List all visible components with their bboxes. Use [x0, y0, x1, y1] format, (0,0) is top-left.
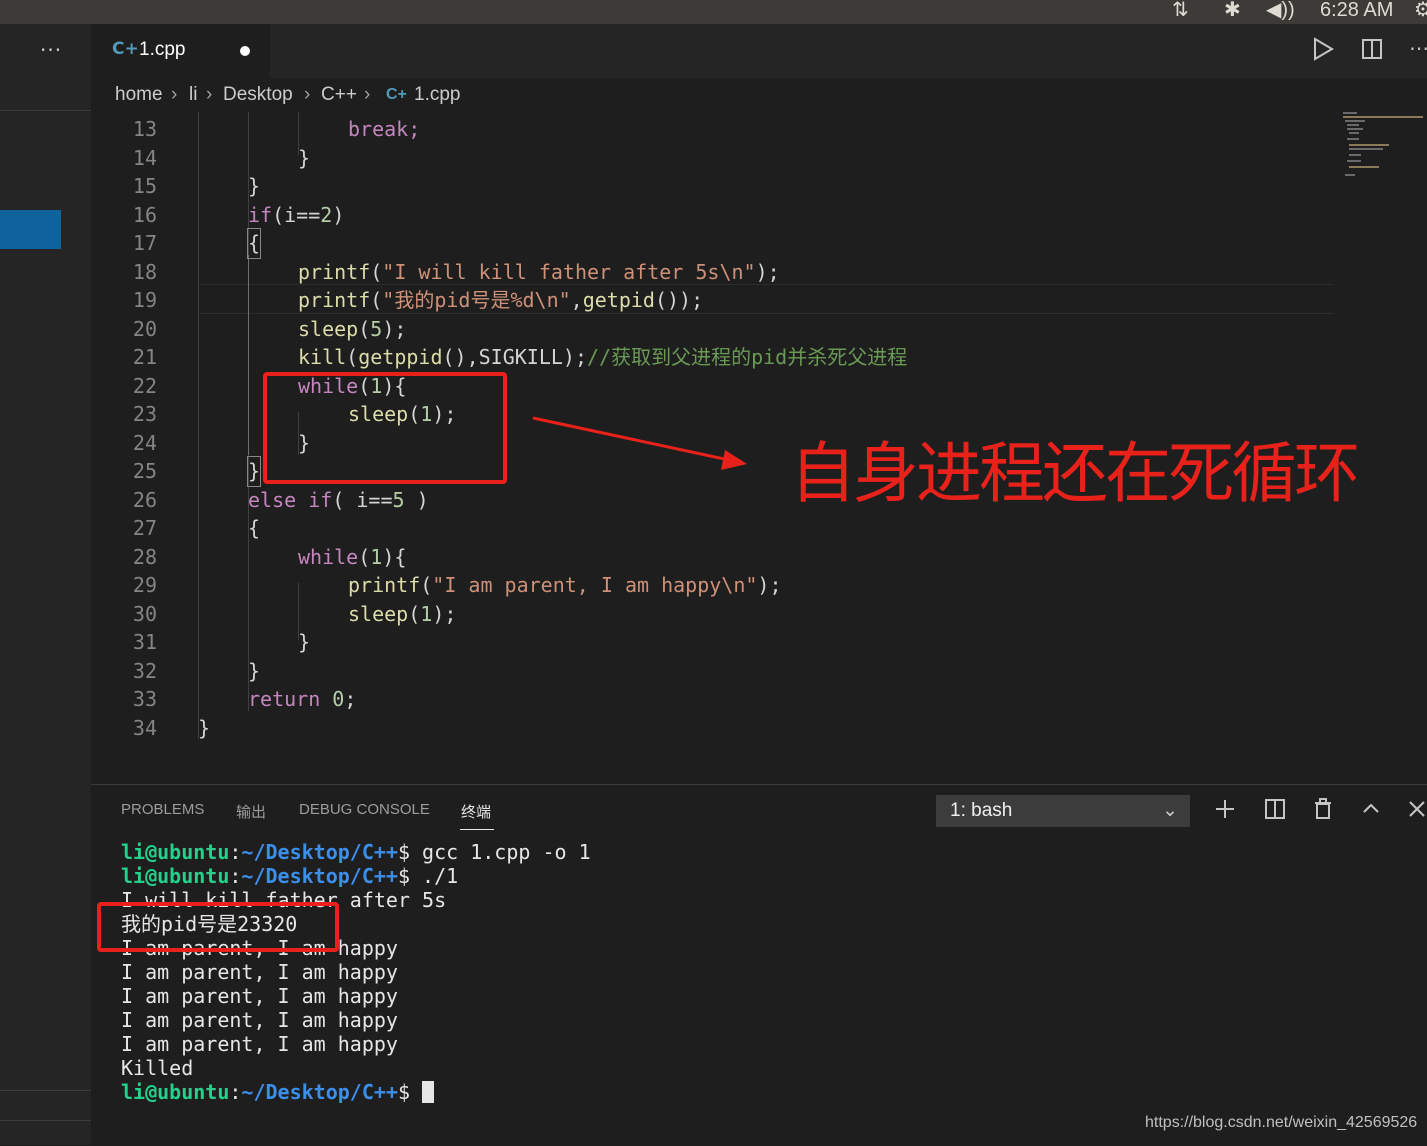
terminal-prompt[interactable]: li@ubuntu:~/Desktop/C++$	[121, 1080, 435, 1104]
code-line: 27{	[91, 514, 1341, 543]
annotation-text: 自身进程还在死循环	[790, 435, 1360, 512]
bracket-match: }	[246, 456, 262, 487]
highlight-box	[97, 902, 339, 952]
tab-problems[interactable]: PROBLEMS	[121, 801, 204, 818]
code-text: }	[298, 630, 311, 654]
tab-output[interactable]: 输出	[236, 801, 266, 822]
sidebar-selected-item[interactable]	[0, 210, 61, 249]
split-terminal-icon[interactable]	[1263, 797, 1287, 825]
code-line: 21 kill(getppid(),SIGKILL);//获取到父进程的pid并杀…	[132, 345, 908, 369]
minimap[interactable]	[1341, 112, 1427, 182]
terminal-cursor	[422, 1081, 435, 1103]
terminal-line: I am parent, I am happy	[121, 960, 398, 984]
bluetooth-icon[interactable]: ✱	[1224, 0, 1241, 20]
chevron-right-icon: ›	[171, 84, 178, 105]
terminal-line: li@ubuntu:~/Desktop/C++$ gcc 1.cpp -o 1	[121, 840, 591, 864]
code-line: 33 return 0;	[132, 687, 357, 711]
code-line: 20 sleep(5);	[132, 316, 407, 341]
more-actions-icon[interactable]: ···	[40, 38, 62, 62]
code-line: 29 printf("I am parent, I am happy\n");	[132, 573, 782, 597]
tab-label: 1.cpp	[139, 39, 186, 60]
split-editor-icon[interactable]	[1360, 36, 1384, 66]
code-line: 30 sleep(1);	[132, 601, 457, 626]
bracket-match: {	[246, 228, 262, 259]
terminal-line: Killed	[121, 1056, 194, 1080]
terminal-select[interactable]: 1: bash ⌄	[936, 795, 1190, 827]
cpp-file-icon: C+	[112, 39, 139, 59]
tab-1-cpp[interactable]: C+ 1.cpp	[91, 24, 270, 78]
new-terminal-icon[interactable]	[1213, 797, 1237, 825]
breadcrumb-item-file[interactable]: 1.cpp	[414, 84, 460, 106]
code-line: 15}	[91, 172, 1341, 201]
code-line: 17{	[91, 228, 1341, 259]
code-line: 14}	[91, 144, 1341, 173]
code-line: 13 break;	[132, 117, 421, 141]
code-line: 19 printf("我的pid号是%d\n",getpid());	[132, 288, 704, 312]
code-text: }	[248, 658, 261, 683]
terminal-line: I am parent, I am happy	[121, 1032, 398, 1056]
sidebar-divider	[0, 1090, 91, 1091]
terminal-select-value: 1: bash	[950, 800, 1013, 821]
volume-icon[interactable]: ◀))	[1266, 0, 1295, 20]
sidebar-divider	[0, 1120, 91, 1121]
breadcrumb-item-li[interactable]: li	[189, 84, 197, 106]
code-line: 16 if(i==2)	[132, 202, 345, 227]
code-line: 34}	[91, 714, 1341, 743]
arrow-icon	[532, 416, 747, 470]
code-text: }	[198, 715, 211, 740]
chevron-right-icon: ›	[364, 84, 371, 105]
unsaved-dot-icon[interactable]	[240, 46, 250, 56]
code-text: {	[248, 516, 261, 540]
breadcrumb-item-cpp-folder[interactable]: C++	[321, 84, 357, 106]
highlight-box	[263, 372, 507, 484]
sidebar-divider	[0, 110, 91, 111]
sidebar: ···	[0, 24, 91, 1145]
chevron-right-icon: ›	[304, 84, 311, 105]
breadcrumb-item-home[interactable]: home	[115, 84, 163, 106]
breadcrumb: home › li › Desktop › C++ › C+ 1.cpp	[91, 78, 1427, 112]
network-icon[interactable]: ⇅	[1172, 0, 1189, 20]
code-text: break;	[348, 117, 421, 141]
editor-tab-bar: C+ 1.cpp ⋯	[91, 24, 1427, 78]
tab-debug-console[interactable]: DEBUG CONSOLE	[299, 801, 430, 818]
code-line: 28 while(1){	[132, 544, 407, 569]
watermark: https://blog.csdn.net/weixin_42569526	[1145, 1114, 1418, 1131]
code-line: 32}	[91, 657, 1341, 686]
close-icon[interactable]	[1405, 797, 1427, 825]
code-line: 31}	[91, 628, 1341, 657]
bottom-panel: PROBLEMS 输出 DEBUG CONSOLE 终端 1: bash ⌄ l…	[91, 784, 1427, 1146]
code-text: }	[298, 145, 311, 170]
active-tab-indicator	[460, 829, 494, 830]
terminal-line: I am parent, I am happy	[121, 984, 398, 1008]
code-line: 18 printf("I will kill father after 5s\n"…	[132, 259, 780, 284]
chevron-down-icon: ⌄	[1162, 800, 1178, 821]
settings-icon[interactable]: ⚙	[1414, 0, 1427, 20]
code-text: }	[248, 174, 261, 198]
run-icon[interactable]	[1311, 36, 1335, 66]
terminal-line: li@ubuntu:~/Desktop/C++$ ./1	[121, 864, 459, 888]
cpp-file-icon: C+	[386, 86, 407, 103]
trash-icon[interactable]	[1311, 797, 1335, 825]
chevron-right-icon: ›	[206, 84, 213, 105]
more-actions-icon[interactable]: ⋯	[1409, 36, 1427, 60]
system-top-bar: ⇅ ✱ ◀)) 6:28 AM ⚙	[0, 0, 1427, 24]
terminal-line: I am parent, I am happy	[121, 1008, 398, 1032]
tab-terminal[interactable]: 终端	[461, 801, 491, 822]
clock[interactable]: 6:28 AM	[1320, 0, 1393, 20]
breadcrumb-item-desktop[interactable]: Desktop	[223, 84, 293, 106]
maximize-icon[interactable]	[1359, 797, 1383, 825]
